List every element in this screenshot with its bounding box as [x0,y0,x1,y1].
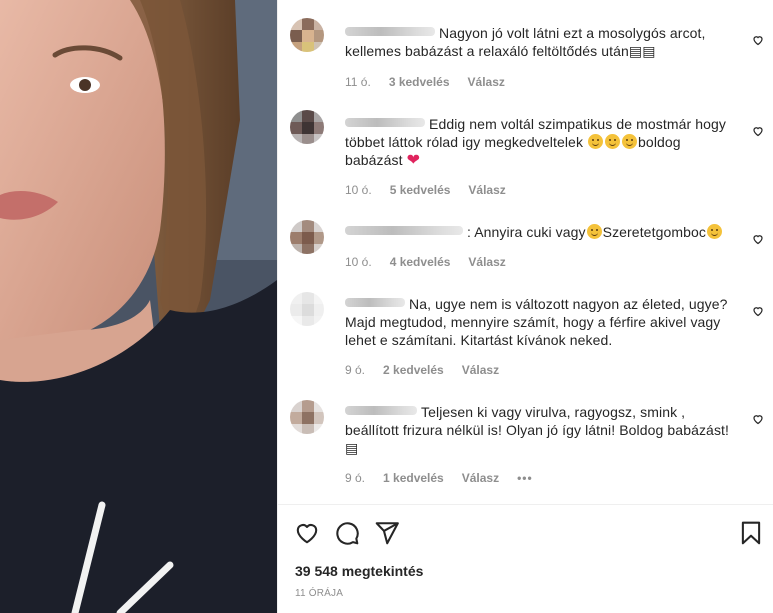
bookmark-icon[interactable] [738,520,764,546]
comments-panel: Nagyon jó volt látni ezt a mosolygós arc… [277,0,773,613]
views-count[interactable]: 39 548 megtekintés [295,563,423,579]
reply-button[interactable]: Válasz [468,255,505,269]
like-comment-heart-icon[interactable] [752,304,764,317]
red-heart-emoji: ❤ [406,152,421,169]
username-redacted[interactable] [345,296,405,308]
avatar[interactable] [290,220,324,254]
smile-emoji-icon [586,224,602,239]
heart-icon[interactable] [294,520,320,546]
likes-count[interactable]: 4 kedvelés [390,255,451,269]
comment-meta: 11 ó. 3 kedvelés Válasz [345,75,523,89]
username-redacted[interactable] [345,25,435,37]
smile-emoji-icon [605,134,621,149]
like-comment-heart-icon[interactable] [752,232,764,245]
avatar[interactable] [290,400,324,434]
likes-count[interactable]: 5 kedvelés [390,183,451,197]
comment-time: 10 ó. [345,183,372,197]
smile-emoji-icon [588,134,604,149]
smile-emoji-icon [622,134,638,149]
comment-time: 10 ó. [345,255,372,269]
comment-time: 9 ó. [345,363,366,377]
comment-body: : Annyira cuki vagy [467,224,586,240]
reply-button[interactable]: Válasz [468,183,505,197]
video-frame[interactable] [0,0,277,613]
username-redacted[interactable] [345,116,425,128]
share-icon[interactable] [374,520,400,546]
smile-emoji-icon [706,224,722,239]
comment-meta: 9 ó. 1 kedvelés Válasz ••• [345,471,551,485]
like-comment-heart-icon[interactable] [752,124,764,137]
comment-meta: 9 ó. 2 kedvelés Válasz [345,363,517,377]
username-redacted[interactable] [345,404,417,416]
comment-meta: 10 ó. 4 kedvelés Válasz [345,255,524,269]
comment-text-4: Na, ugye nem is változott nagyon az élet… [345,295,740,349]
comment-time: 11 ó. [345,75,371,89]
likes-count[interactable]: 2 kedvelés [383,363,444,377]
like-comment-heart-icon[interactable] [752,412,764,425]
reply-button[interactable]: Válasz [462,471,499,485]
comment-time: 9 ó. [345,471,366,485]
username-redacted[interactable] [345,224,463,236]
comment-text-2: Eddig nem voltál szimpatikus de mostmár … [345,115,740,170]
likes-count[interactable]: 3 kedvelés [389,75,450,89]
comment-text-3: : Annyira cuki vagy Szeretetgomboc [345,223,740,241]
like-comment-heart-icon[interactable] [752,33,764,46]
avatar[interactable] [290,110,324,144]
reply-button[interactable]: Válasz [468,75,505,89]
comment-body-cont: Szeretetgomboc [602,224,706,240]
comment-text-5: Teljesen ki vagy virulva, ragyogsz, smin… [345,403,740,457]
avatar[interactable] [290,18,324,52]
action-bar [294,520,764,546]
divider [278,504,773,505]
video-image [0,0,277,613]
likes-count[interactable]: 1 kedvelés [383,471,444,485]
comment-meta: 10 ó. 5 kedvelés Válasz [345,183,524,197]
comment-icon[interactable] [334,520,360,546]
avatar[interactable] [290,292,324,326]
reply-button[interactable]: Válasz [462,363,499,377]
post-timestamp: 11 ÓRÁJA [295,588,344,599]
more-options-icon[interactable]: ••• [517,471,533,485]
comment-text-1: Nagyon jó volt látni ezt a mosolygós arc… [345,24,740,60]
